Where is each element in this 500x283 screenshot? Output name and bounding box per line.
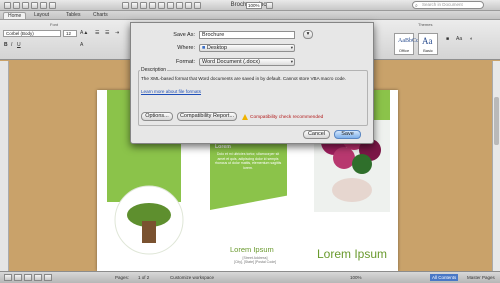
save-icon[interactable]	[22, 2, 29, 9]
heading-lorem-ipsum-1: Lorem Ipsum	[230, 245, 274, 254]
outline-view-icon[interactable]	[14, 274, 22, 281]
open-icon[interactable]	[13, 2, 20, 9]
style-office[interactable]: AaBbCcDdEe Office	[394, 33, 432, 55]
customize-workspace[interactable]: Customize workspace	[170, 274, 214, 281]
text-box-icon[interactable]	[131, 2, 138, 9]
description-title: Description	[140, 67, 168, 73]
tab-layout[interactable]: Layout	[34, 12, 49, 19]
themes-label: Themes	[418, 22, 433, 27]
save-dialog: Save As: Brochure ▾ Where: ■ Desktop ▾ F…	[130, 22, 374, 144]
bullets-icon[interactable]: ☰	[95, 30, 99, 36]
undo-icon[interactable]	[40, 2, 47, 9]
where-label: Where:	[177, 45, 195, 51]
chart-icon[interactable]	[176, 2, 183, 9]
print-icon[interactable]	[31, 2, 38, 9]
warning-icon	[242, 114, 248, 120]
format-value: Word Document (.docx)	[202, 59, 260, 65]
status-zoom[interactable]: 100%	[350, 274, 362, 281]
pages-value: 1 of 2	[138, 275, 150, 280]
panel2-title: Lorem	[215, 144, 231, 150]
chevron-down-icon: ▾	[290, 59, 293, 64]
theme-colors-icon[interactable]: ■	[446, 36, 449, 42]
options-button[interactable]: Options...	[141, 112, 173, 121]
tab-charts[interactable]: Charts	[93, 12, 108, 19]
cancel-button[interactable]: Cancel	[303, 130, 330, 139]
search-input[interactable]: ⌕ Search in Document	[412, 1, 484, 9]
underline-icon[interactable]: U	[17, 42, 21, 48]
grow-font-icon[interactable]: A▲	[80, 30, 88, 36]
italic-icon[interactable]: I	[11, 42, 12, 48]
save-as-field[interactable]: Brochure	[199, 31, 295, 39]
table-icon[interactable]	[167, 2, 174, 9]
learn-more-link[interactable]: Learn more about file formats	[141, 89, 201, 94]
theme-fonts-icon[interactable]: Aa	[456, 36, 462, 42]
save-as-label: Save As:	[173, 32, 195, 38]
theme-effects-icon[interactable]: ◐	[470, 36, 473, 42]
shape-icon[interactable]	[140, 2, 147, 9]
notebook-view-icon[interactable]	[44, 274, 52, 281]
style-basic-sample: Aa	[422, 36, 433, 46]
style-basic-label: Basic	[423, 48, 433, 53]
search-placeholder: Search in Document	[422, 2, 463, 7]
where-select[interactable]: ■ Desktop ▾	[199, 44, 295, 52]
publishing-view-icon[interactable]	[24, 274, 32, 281]
font-name-field[interactable]: Corbel (Body)	[3, 30, 61, 37]
address-block: [Street Address] [City], [State] [Postal…	[233, 256, 277, 264]
chevron-down-icon: ▾	[290, 45, 293, 50]
pointer-icon[interactable]	[122, 2, 129, 9]
media-icon[interactable]	[185, 2, 192, 9]
format-label: Format:	[176, 59, 195, 65]
compatibility-report-button[interactable]: Compatibility Report...	[177, 112, 237, 121]
style-office-label: Office	[398, 48, 410, 53]
save-button[interactable]: Save	[334, 130, 361, 139]
format-select[interactable]: Word Document (.docx) ▾	[199, 58, 295, 66]
tab-tables[interactable]: Tables	[66, 12, 80, 19]
master-pages-tab[interactable]: Master Pages	[467, 274, 495, 281]
vertical-ruler	[0, 61, 9, 271]
zoom-field[interactable]: 100%	[246, 2, 262, 9]
search-icon: ⌕	[415, 3, 418, 9]
where-value: Desktop	[206, 45, 228, 51]
print-layout-icon[interactable]	[34, 274, 42, 281]
picture-icon[interactable]	[149, 2, 156, 9]
font-group-label: Font	[50, 22, 59, 27]
bold-icon[interactable]: B	[4, 42, 8, 48]
ribbon-tabs: Home Layout Tables Charts	[0, 11, 500, 20]
line-icon[interactable]	[158, 2, 165, 9]
font-color-icon[interactable]: A	[80, 42, 83, 48]
scroll-thumb[interactable]	[494, 97, 499, 145]
panel2-text: Dolo et mi ultricies tortor, ullamcorper…	[214, 152, 282, 170]
numbering-icon[interactable]: ☰	[105, 30, 109, 36]
status-bar: Pages: 1 of 2 Customize workspace 100% A…	[0, 271, 500, 283]
tab-home[interactable]: Home	[3, 12, 27, 19]
plant-image	[114, 185, 184, 255]
toolbox-icon[interactable]	[194, 2, 201, 9]
style-basic[interactable]: Aa Basic	[418, 33, 438, 55]
redo-icon[interactable]	[49, 2, 56, 9]
pages-label: Pages:	[115, 275, 130, 280]
heading-lorem-ipsum-2: Lorem Ipsum	[317, 247, 388, 261]
font-size-field[interactable]: 12	[63, 30, 77, 37]
help-icon[interactable]	[266, 2, 273, 9]
all-contents-tab[interactable]: All Contents	[430, 274, 459, 281]
title-bar: Brochure.docx 100% ⌕ Search in Document	[0, 0, 500, 11]
compatibility-warning: Compatibility check recommended	[250, 115, 324, 120]
draft-view-icon[interactable]	[4, 274, 12, 281]
vertical-scrollbar[interactable]	[492, 61, 500, 271]
expand-dialog-button[interactable]: ▾	[303, 30, 313, 39]
description-text: The XML-based format that Word documents…	[141, 76, 346, 81]
indent-icon[interactable]: ⇥	[115, 30, 119, 36]
new-icon[interactable]	[4, 2, 11, 9]
